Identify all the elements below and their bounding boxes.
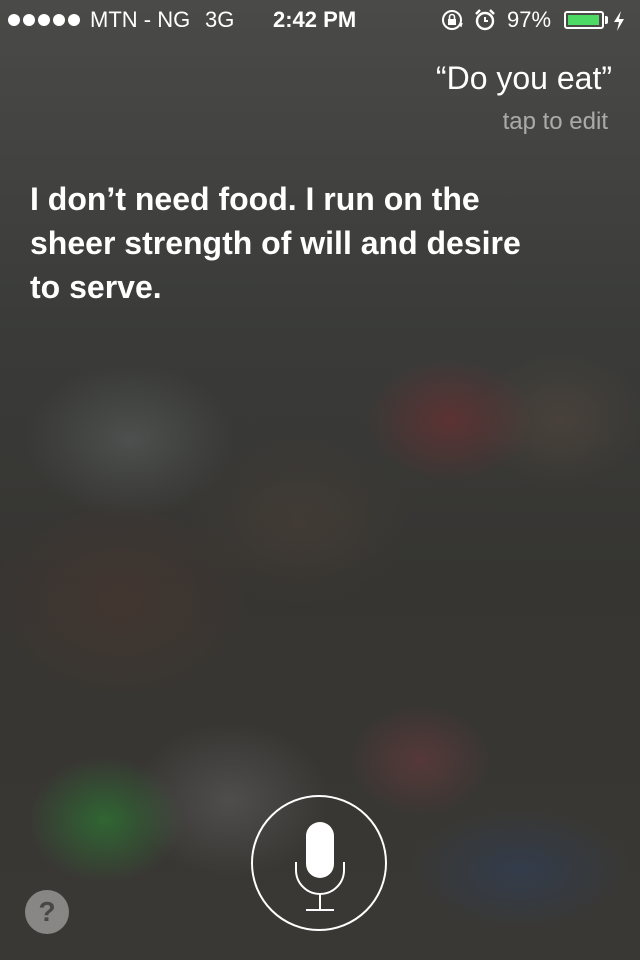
signal-dots-icon: [8, 14, 80, 26]
siri-query-text[interactable]: “Do you eat”: [436, 60, 612, 97]
battery-fill: [568, 15, 599, 25]
alarm-icon: [475, 9, 495, 31]
charging-bolt-icon: [614, 11, 624, 31]
status-time: 2:42 PM: [273, 7, 357, 32]
microphone-button[interactable]: [251, 795, 387, 931]
network-type: 3G: [205, 7, 235, 32]
carrier-name: MTN - NG: [90, 7, 191, 32]
battery-percent: 97%: [507, 7, 552, 32]
battery-nub: [605, 16, 608, 24]
orientation-lock-icon: [442, 10, 463, 30]
tap-to-edit-hint[interactable]: tap to edit: [503, 108, 608, 136]
microphone-icon: [295, 822, 345, 911]
battery-icon: [564, 11, 604, 29]
status-bar: MTN - NG 3G 2:42 PM 97%: [0, 0, 640, 40]
help-button[interactable]: ?: [25, 890, 69, 934]
siri-response-text: I don’t need food. I run on the sheer st…: [30, 181, 521, 305]
